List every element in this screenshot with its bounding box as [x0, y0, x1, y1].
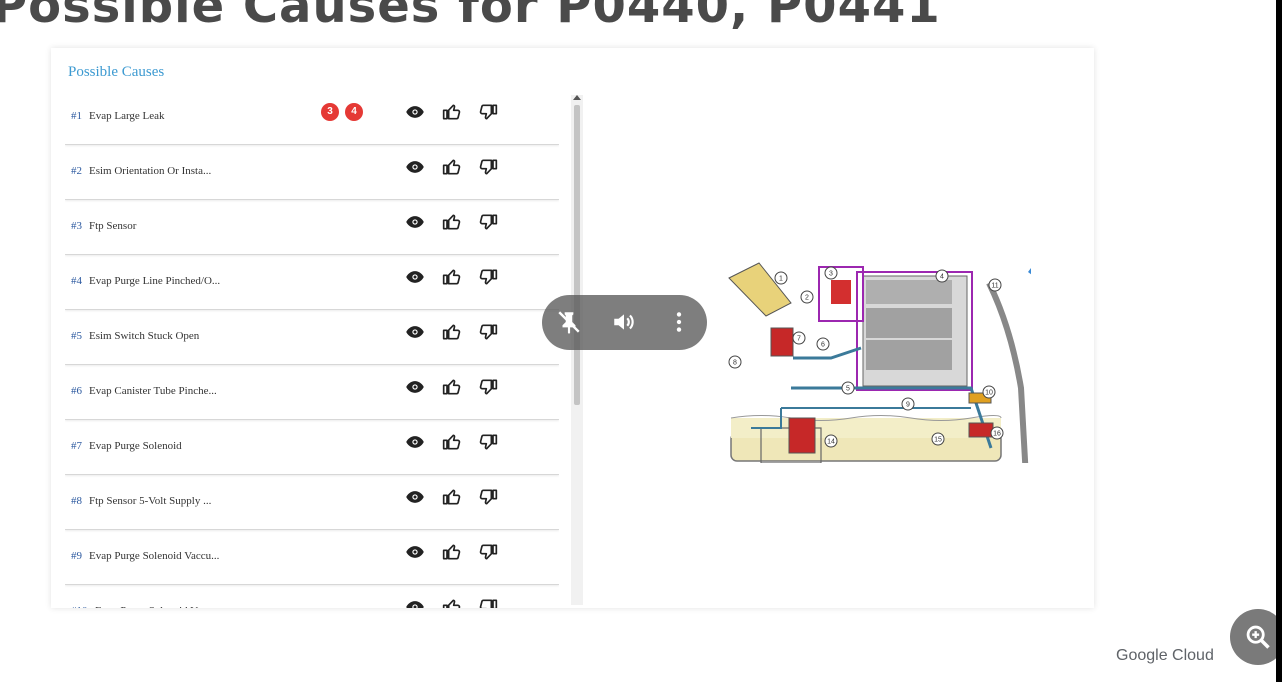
cause-number: #8	[71, 495, 82, 507]
cause-row[interactable]: #2 Esim Orientation Or Insta...	[65, 145, 559, 200]
cause-label: Esim Switch Stuck Open	[89, 330, 200, 342]
thumbs-down-icon[interactable]	[478, 597, 498, 608]
eye-icon[interactable]	[405, 322, 425, 342]
svg-text:2: 2	[805, 295, 809, 302]
causes-list: #1 Evap Large Leak 3 4 #2 Esim Orientation Or…	[65, 90, 559, 608]
count-badge: 3	[321, 103, 339, 121]
cause-number: #6	[71, 385, 82, 397]
thumbs-down-icon[interactable]	[478, 322, 498, 342]
svg-text:11: 11	[991, 283, 998, 290]
svg-text:16: 16	[993, 431, 1001, 438]
thumbs-down-icon[interactable]	[478, 542, 498, 562]
count-badge: 4	[345, 103, 363, 121]
scroll-up-arrow[interactable]	[573, 95, 581, 100]
cause-number: #4	[71, 275, 82, 287]
svg-text:14: 14	[827, 439, 835, 446]
eye-icon[interactable]	[405, 102, 425, 122]
cause-row[interactable]: #4 Evap Purge Line Pinched/O...	[65, 255, 559, 310]
eye-icon[interactable]	[405, 597, 425, 608]
evap-system-diagram: 1 2 3 4 5 6 7 8 9 10 11 12 13 14 15 16 1…	[728, 262, 1031, 463]
scrollbar[interactable]	[571, 95, 583, 605]
cause-label: Evap Canister Tube Pinche...	[89, 385, 217, 397]
thumbs-up-icon[interactable]	[442, 212, 462, 232]
pin-off-icon[interactable]	[556, 309, 582, 335]
svg-text:5: 5	[846, 386, 850, 393]
cause-label: Evap Purge Solenoid Vacuu...	[95, 605, 226, 608]
thumbs-down-icon[interactable]	[478, 487, 498, 507]
eye-icon[interactable]	[405, 432, 425, 452]
cause-label: Ftp Sensor 5-Volt Supply ...	[89, 495, 212, 507]
cause-number: #5	[71, 330, 82, 342]
cause-row[interactable]: #8 Ftp Sensor 5-Volt Supply ...	[65, 475, 559, 530]
thumbs-down-icon[interactable]	[478, 377, 498, 397]
eye-icon[interactable]	[405, 487, 425, 507]
cause-number: #3	[71, 220, 82, 232]
video-player-controls	[542, 295, 707, 350]
cause-number: #10	[71, 605, 88, 608]
svg-text:4: 4	[940, 274, 944, 281]
thumbs-up-icon[interactable]	[442, 377, 462, 397]
zoom-in-icon	[1246, 625, 1270, 649]
cause-row[interactable]: #5 Esim Switch Stuck Open	[65, 310, 559, 365]
cause-label: Ftp Sensor	[89, 220, 137, 232]
eye-icon[interactable]	[405, 377, 425, 397]
thumbs-up-icon[interactable]	[442, 157, 462, 177]
thumbs-down-icon[interactable]	[478, 212, 498, 232]
thumbs-up-icon[interactable]	[442, 542, 462, 562]
cause-row[interactable]: #3 Ftp Sensor	[65, 200, 559, 255]
cause-label: Esim Orientation Or Insta...	[89, 165, 212, 177]
thumbs-up-icon[interactable]	[442, 597, 462, 608]
slide-title: Possible Causes for P0440, P0441	[0, 0, 941, 34]
eye-icon[interactable]	[405, 267, 425, 287]
eye-icon[interactable]	[405, 542, 425, 562]
thumbs-up-icon[interactable]	[442, 102, 462, 122]
more-vert-icon[interactable]	[666, 309, 692, 335]
svg-text:15: 15	[934, 437, 942, 444]
svg-text:9: 9	[906, 402, 910, 409]
thumbs-up-icon[interactable]	[442, 322, 462, 342]
svg-text:1: 1	[779, 276, 783, 283]
eye-icon[interactable]	[405, 212, 425, 232]
thumbs-down-icon[interactable]	[478, 267, 498, 287]
svg-text:3: 3	[829, 271, 833, 278]
cause-row[interactable]: #6 Evap Canister Tube Pinche...	[65, 365, 559, 420]
cause-number: #1	[71, 110, 82, 122]
thumbs-up-icon[interactable]	[442, 432, 462, 452]
cause-number: #9	[71, 550, 82, 562]
cause-row[interactable]: #7 Evap Purge Solenoid	[65, 420, 559, 475]
svg-text:6: 6	[821, 342, 825, 349]
zoom-button[interactable]	[1230, 609, 1282, 665]
volume-icon[interactable]	[611, 309, 637, 335]
svg-text:7: 7	[797, 336, 801, 343]
thumbs-up-icon[interactable]	[442, 487, 462, 507]
cause-row[interactable]: #9 Evap Purge Solenoid Vaccu...	[65, 530, 559, 585]
thumbs-down-icon[interactable]	[478, 102, 498, 122]
scrollbar-thumb[interactable]	[574, 105, 580, 405]
cause-row[interactable]: #10 Evap Purge Solenoid Vacuu...	[65, 585, 559, 608]
cause-label: Evap Purge Line Pinched/O...	[89, 275, 221, 287]
thumbs-up-icon[interactable]	[442, 267, 462, 287]
cause-number: #2	[71, 165, 82, 177]
cause-label: Evap Large Leak	[89, 110, 165, 122]
google-cloud-logo: Google Cloud	[1116, 647, 1214, 664]
svg-text:8: 8	[733, 360, 737, 367]
cause-label: Evap Purge Solenoid	[89, 440, 182, 452]
cause-row[interactable]: #1 Evap Large Leak 3 4	[65, 90, 559, 145]
cause-number: #7	[71, 440, 82, 452]
panel-title: Possible Causes	[68, 64, 165, 80]
thumbs-down-icon[interactable]	[478, 157, 498, 177]
thumbs-down-icon[interactable]	[478, 432, 498, 452]
window-edge	[1276, 0, 1282, 682]
eye-icon[interactable]	[405, 157, 425, 177]
cause-label: Evap Purge Solenoid Vaccu...	[89, 550, 220, 562]
svg-text:10: 10	[985, 390, 993, 397]
